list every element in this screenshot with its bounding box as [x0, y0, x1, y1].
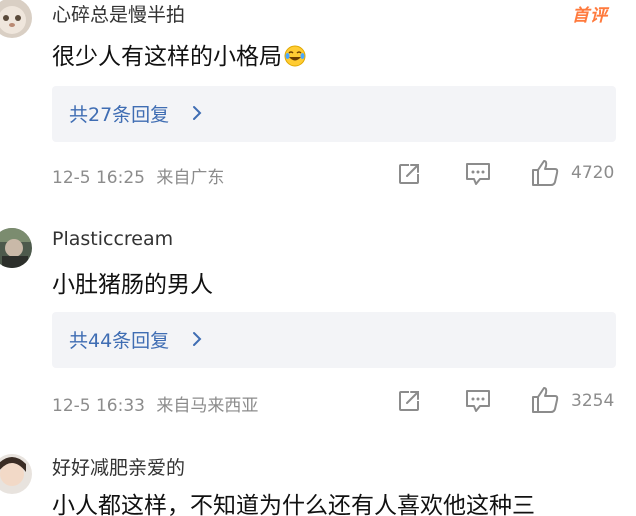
like-count: 3254	[571, 391, 615, 411]
thumbs-up-icon[interactable]	[530, 158, 560, 188]
share-icon[interactable]	[396, 388, 422, 414]
comment-meta: 12-5 16:25 来自广东	[52, 163, 224, 188]
replies-count-label: 共27条回复	[69, 104, 170, 126]
laughing-tears-emoji-icon	[284, 45, 306, 67]
location: 来自马来西亚	[156, 396, 259, 416]
username[interactable]: 好好减肥亲爱的	[52, 453, 185, 480]
timestamp: 12-5 16:25	[52, 168, 145, 188]
comment-text-body: 很少人有这样的小格局	[52, 44, 282, 70]
first-comment-badge: 首评	[572, 6, 608, 26]
view-replies-button[interactable]: 共44条回复	[52, 312, 616, 368]
share-icon[interactable]	[396, 161, 422, 187]
avatar[interactable]	[0, 454, 32, 494]
username[interactable]: Plasticcream	[52, 228, 173, 250]
comment-meta: 12-5 16:33 来自马来西亚	[52, 391, 258, 416]
comment-text: 小人都这样，不知道为什么还有人喜欢他这种三	[52, 493, 535, 516]
location: 来自广东	[156, 168, 225, 188]
comment-icon[interactable]	[464, 161, 492, 187]
like-count: 4720	[571, 163, 615, 183]
comment-text: 小肚猪肠的男人	[52, 272, 213, 298]
view-replies-button[interactable]: 共27条回复	[52, 86, 616, 142]
timestamp: 12-5 16:33	[52, 396, 145, 416]
thumbs-up-icon[interactable]	[530, 385, 560, 415]
avatar[interactable]	[0, 228, 32, 268]
comment-text: 很少人有这样的小格局	[52, 37, 306, 71]
username[interactable]: 心碎总是慢半拍	[52, 0, 185, 27]
chevron-right-icon	[193, 106, 202, 120]
comment-icon[interactable]	[464, 388, 492, 414]
avatar[interactable]	[0, 0, 32, 38]
replies-count-label: 共44条回复	[69, 330, 170, 352]
chevron-right-icon	[193, 332, 202, 346]
